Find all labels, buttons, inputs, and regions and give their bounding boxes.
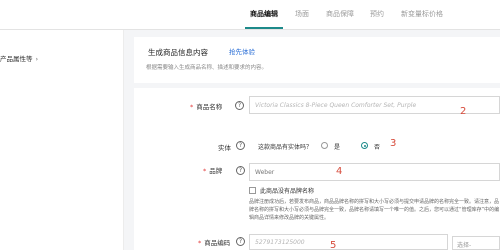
tab-product-edit[interactable]: 商品编辑 bbox=[250, 9, 278, 19]
code-type-select[interactable]: 选择- bbox=[452, 236, 500, 250]
product-code-label: * 商品编码 bbox=[198, 239, 231, 247]
annotation-number: 5 bbox=[330, 240, 337, 250]
no-brand-checkbox[interactable] bbox=[249, 187, 256, 194]
sidebar-item-attributes[interactable]: 产品属性等 › bbox=[0, 53, 38, 63]
annotation-number: 3 bbox=[390, 138, 397, 149]
entity-label: 实体 bbox=[218, 144, 231, 152]
sidebar: 产品属性等 › bbox=[0, 30, 124, 250]
chevron-right-icon: › bbox=[35, 55, 39, 63]
brand-input[interactable]: Weber bbox=[249, 163, 500, 181]
radio-no[interactable] bbox=[361, 142, 368, 149]
help-icon[interactable]: ? bbox=[236, 237, 245, 246]
active-tab-indicator bbox=[245, 27, 283, 29]
ai-panel-description: 根据需要输入生成商品名称、描述和要求的内容。 bbox=[146, 65, 268, 71]
sidebar-item-label: 产品属性等 bbox=[0, 55, 33, 63]
radio-yes-label: 是 bbox=[334, 144, 341, 151]
product-code-input[interactable]: 5279173125000 bbox=[249, 234, 448, 250]
radio-yes[interactable] bbox=[321, 142, 328, 149]
top-tab-bar: 商品编辑 场面 商品保障 预约 新变量标价格 bbox=[0, 0, 500, 30]
help-icon[interactable]: ? bbox=[235, 101, 244, 110]
code-type-select-label: 选择- bbox=[457, 242, 472, 249]
brand-value: Weber bbox=[255, 169, 275, 176]
no-brand-label: 此商品没有品牌名称 bbox=[260, 188, 315, 195]
ai-panel-title: 生成商品信息内容 bbox=[148, 48, 208, 57]
help-icon[interactable]: ? bbox=[236, 141, 245, 150]
help-icon[interactable]: ? bbox=[236, 166, 245, 175]
entity-question: 这款商品有实体吗？ bbox=[258, 144, 313, 151]
tab-variant-price[interactable]: 新变量标价格 bbox=[401, 9, 443, 19]
ai-generate-panel bbox=[134, 37, 500, 83]
product-name-label: * 商品名称 bbox=[190, 103, 223, 111]
annotation-number: 2 bbox=[460, 106, 467, 117]
product-code-placeholder: 5279173125000 bbox=[255, 239, 305, 246]
brand-note: 品牌注册成功后，若要发布商品，商品品牌名称的拼写和大小写必须与提交申请品牌的名称… bbox=[249, 199, 500, 221]
try-early-link[interactable]: 抢先体验 bbox=[229, 46, 255, 56]
product-name-placeholder: Victoria Classics 8-Piece Queen Comforte… bbox=[255, 102, 417, 109]
tab-reservation[interactable]: 预约 bbox=[370, 9, 384, 19]
tab-product-guarantee[interactable]: 商品保障 bbox=[326, 9, 354, 19]
tab-variations[interactable]: 场面 bbox=[295, 9, 309, 19]
radio-no-label: 否 bbox=[374, 144, 381, 151]
brand-label: * 品牌 bbox=[203, 167, 223, 175]
annotation-number: 4 bbox=[336, 166, 343, 177]
